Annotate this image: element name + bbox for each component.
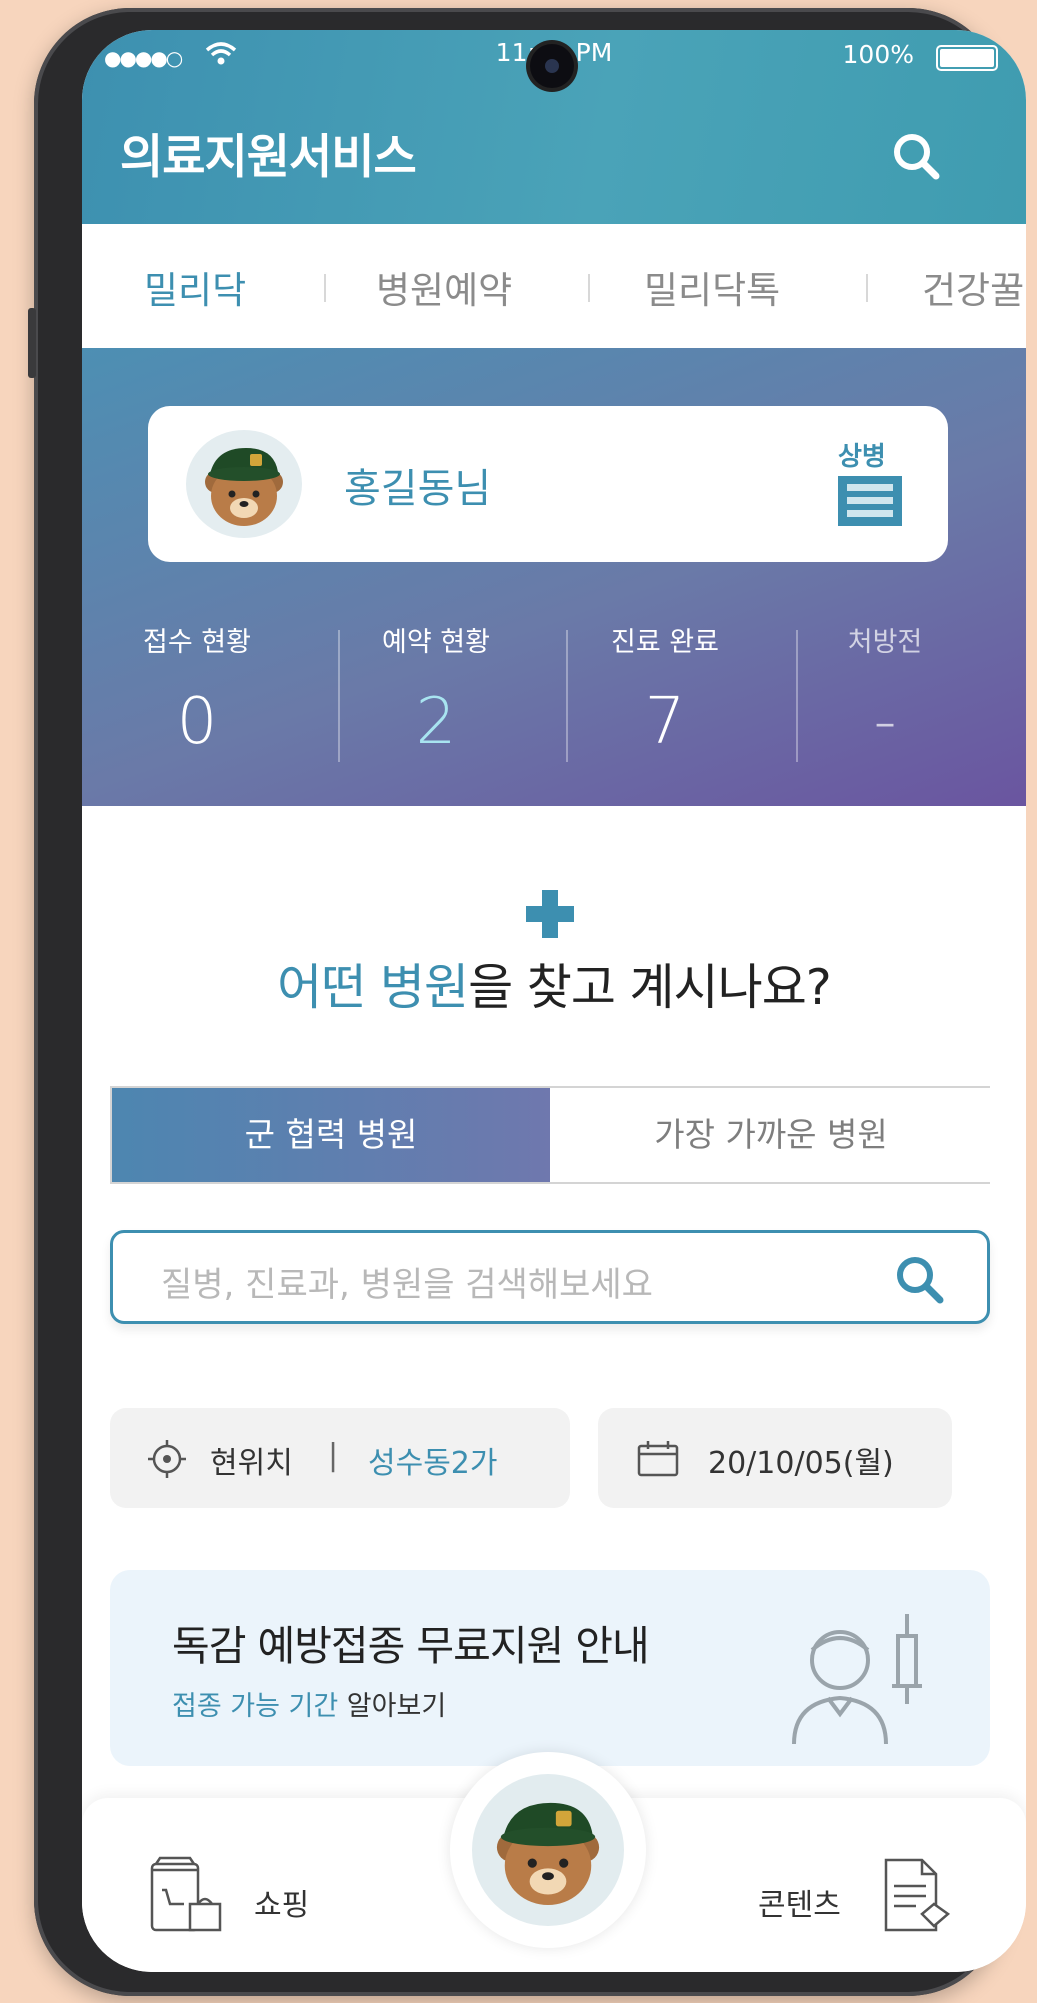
stat-reception[interactable]: 접수 현황 0 — [82, 610, 312, 759]
tab-divider — [324, 274, 326, 302]
nav-shopping[interactable]: 쇼핑 — [148, 1856, 309, 1938]
location-selector[interactable]: 현위치 | 성수동2가 — [110, 1408, 570, 1508]
hospital-search-input[interactable]: 질병, 진료과, 병원을 검색해보세요 — [110, 1230, 990, 1324]
bear-avatar-icon — [496, 1802, 600, 1906]
document-icon — [884, 1858, 951, 1932]
tab-divider — [588, 274, 590, 302]
hospital-type-toggle: 군 협력 병원 가장 가까운 병원 — [110, 1086, 990, 1184]
battery-icon — [936, 45, 998, 71]
app-title: 의료지원서비스 — [120, 130, 417, 185]
tab-bar: 밀리닥 병원예약 밀리닥톡 건강꿀 — [82, 224, 1026, 348]
nav-shopping-label: 쇼핑 — [254, 1888, 310, 1923]
nearest-hospital-tab[interactable]: 가장 가까운 병원 — [552, 1088, 990, 1182]
vaccine-person-icon — [792, 1614, 922, 1745]
stat-label: 처방전 — [847, 627, 923, 658]
tab-milidoc[interactable]: 밀리닥 — [144, 260, 246, 314]
stat-prescription[interactable]: 처방전 - — [770, 610, 1000, 759]
question-accent: 어떤 병원 — [277, 959, 469, 1016]
banner-subtitle: 접종 가능 기간 알아보기 — [172, 1684, 446, 1723]
flu-vaccine-banner[interactable]: 독감 예방접종 무료지원 안내 접종 가능 기간 알아보기 — [110, 1570, 990, 1766]
stat-reservation[interactable]: 예약 현황 2 — [321, 610, 551, 759]
avatar — [186, 430, 302, 538]
stat-label: 접수 현황 — [143, 627, 251, 658]
location-target-icon — [148, 1440, 186, 1478]
medical-cross-icon — [526, 890, 574, 938]
banner-sub-rest: 알아보기 — [338, 1691, 447, 1722]
tab-hospital-reservation[interactable]: 병원예약 — [376, 260, 512, 314]
phone-frame: ●●●●○ 11:14 PM 100% 의료지원서비스 밀리닥 병원예약 밀리닥… — [28, 8, 1026, 1996]
profile-card[interactable]: 홍길동님 상병 — [148, 406, 948, 562]
calendar-icon — [637, 1441, 679, 1477]
rank-label: 상병 — [838, 442, 886, 472]
bear-avatar-icon — [205, 448, 283, 526]
hero-section: 홍길동님 상병 접수 현황 0 예약 현황 2 진료 완료 7 처방전 - — [82, 348, 1026, 806]
military-partner-hospital-tab[interactable]: 군 협력 병원 — [112, 1088, 550, 1182]
date-selector[interactable]: 20/10/05(월) — [598, 1408, 952, 1508]
date-value: 20/10/05(월) — [708, 1446, 894, 1481]
tab-divider — [866, 274, 868, 302]
mascot-avatar — [472, 1774, 624, 1926]
rank-insignia-icon — [838, 476, 902, 526]
app-header: ●●●●○ 11:14 PM 100% 의료지원서비스 — [82, 30, 1026, 224]
search-icon[interactable] — [893, 1253, 947, 1307]
banner-sub-accent: 접종 가능 기간 — [172, 1691, 339, 1722]
stat-value: 2 — [415, 685, 457, 759]
question-rest: 을 찾고 계시나요? — [468, 959, 832, 1016]
stats-row: 접수 현황 0 예약 현황 2 진료 완료 7 처방전 - — [82, 610, 1026, 770]
stat-value: 7 — [644, 685, 686, 759]
banner-title: 독감 예방접종 무료지원 안내 — [172, 1622, 650, 1670]
stat-value: - — [873, 685, 897, 759]
stat-label: 예약 현황 — [382, 627, 490, 658]
volume-button — [28, 308, 36, 378]
tab-health-tips[interactable]: 건강꿀 — [922, 260, 1024, 314]
app-screen: ●●●●○ 11:14 PM 100% 의료지원서비스 밀리닥 병원예약 밀리닥… — [82, 30, 1026, 1972]
shopping-icon — [150, 1856, 222, 1932]
front-camera — [530, 44, 574, 88]
search-icon[interactable] — [888, 128, 944, 184]
stat-value: 0 — [176, 685, 218, 759]
search-question: 어떤 병원을 찾고 계시나요? — [82, 948, 1026, 1019]
location-label: 현위치 — [210, 1446, 293, 1481]
nav-contents-label: 콘텐츠 — [758, 1888, 841, 1923]
location-value: 성수동2가 — [368, 1446, 498, 1481]
stat-completed[interactable]: 진료 완료 7 — [550, 610, 780, 759]
search-placeholder: 질병, 진료과, 병원을 검색해보세요 — [161, 1265, 653, 1305]
location-divider: | — [328, 1438, 339, 1473]
home-mascot-button[interactable] — [450, 1752, 646, 1948]
user-name: 홍길동님 — [344, 466, 492, 512]
tab-milidoc-talk[interactable]: 밀리닥톡 — [644, 260, 780, 314]
battery-percent: 100% — [842, 40, 914, 69]
stat-label: 진료 완료 — [611, 627, 719, 658]
